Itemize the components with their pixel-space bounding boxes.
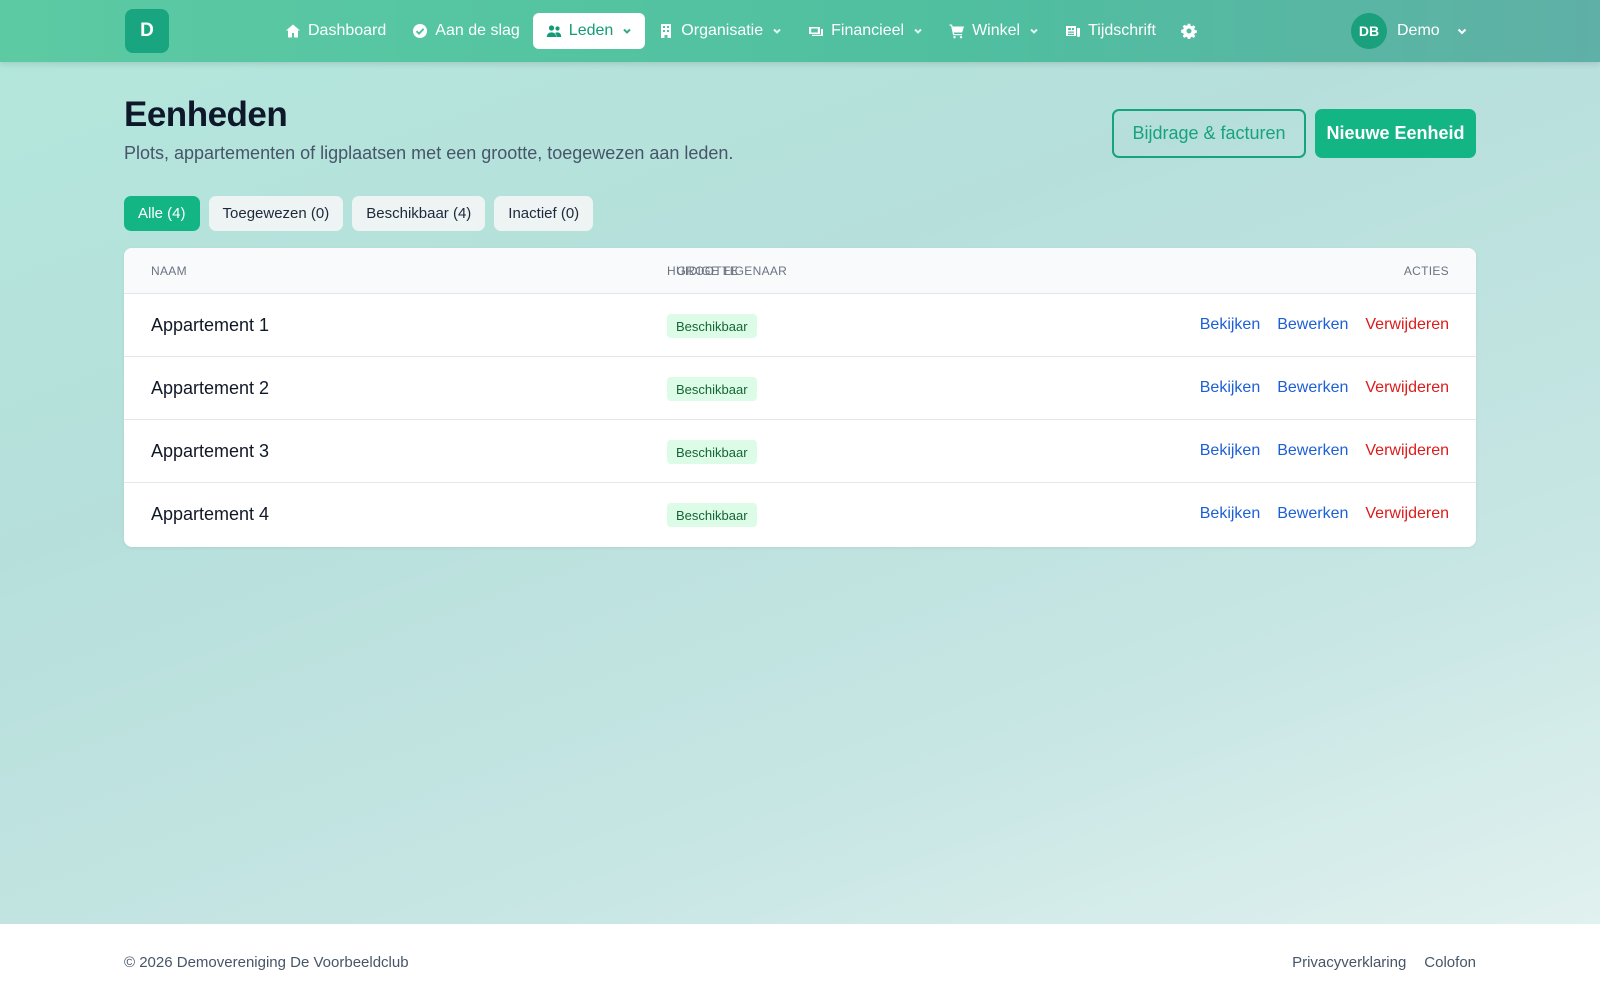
top-navbar: D Dashboard Aan de slag Leden Organisati…	[0, 0, 1600, 62]
check-circle-icon	[413, 24, 428, 38]
filter-beschikbaar[interactable]: Beschikbaar (4)	[352, 196, 486, 231]
nav-financieel-label: Financieel	[831, 22, 905, 39]
nav-dashboard-label: Dashboard	[308, 22, 387, 39]
nav-financieel[interactable]: Financieel	[795, 13, 936, 49]
edit-link[interactable]: Bewerken	[1277, 442, 1348, 460]
view-link[interactable]: Bekijken	[1200, 379, 1260, 397]
nav-organisatie-label: Organisatie	[681, 22, 764, 39]
delete-link[interactable]: Verwijderen	[1365, 505, 1449, 523]
status-badge: Beschikbaar	[667, 314, 757, 338]
column-header-naam: Naam	[151, 264, 187, 278]
delete-link[interactable]: Verwijderen	[1365, 379, 1449, 397]
column-header-acties: Acties	[1403, 264, 1449, 278]
edit-link[interactable]: Bewerken	[1277, 505, 1348, 523]
colofon-link[interactable]: Colofon	[1424, 954, 1476, 971]
nieuwe-eenheid-button[interactable]: Nieuwe Eenheid	[1315, 109, 1476, 158]
nav-winkel-label: Winkel	[972, 22, 1021, 39]
nav-aan-de-slag-label: Aan de slag	[435, 22, 520, 39]
status-badge: Beschikbaar	[667, 377, 757, 401]
filter-inactief[interactable]: Inactief (0)	[494, 196, 594, 231]
table-row: Appartement 1 250/? Beschikbaar Bekijken…	[124, 294, 1476, 357]
page-title: Eenheden	[124, 95, 288, 134]
chevron-down-icon	[914, 28, 922, 34]
unit-name: Appartement 1	[151, 315, 270, 335]
cart-icon	[949, 24, 965, 39]
money-icon	[809, 27, 824, 36]
chevron-down-icon	[773, 28, 781, 34]
table-row: Appartement 2 250/? Beschikbaar Bekijken…	[124, 357, 1476, 420]
users-icon	[546, 25, 561, 37]
bijdrage-facturen-button[interactable]: Bijdrage & facturen	[1112, 109, 1306, 158]
building-icon	[661, 24, 672, 38]
view-link[interactable]: Bekijken	[1200, 505, 1260, 523]
page-subtitle: Plots, appartementen of ligplaatsen met …	[124, 143, 734, 163]
footer-links: Privacyverklaring Colofon	[1292, 954, 1476, 971]
delete-link[interactable]: Verwijderen	[1365, 316, 1449, 334]
view-link[interactable]: Bekijken	[1200, 316, 1260, 334]
page-footer: © 2026 Demovereniging De Voorbeeldclub P…	[0, 924, 1600, 1000]
row-actions: Bekijken Bewerken Verwijderen	[1200, 379, 1449, 397]
row-actions: Bekijken Bewerken Verwijderen	[1200, 505, 1449, 523]
footer-copyright: © 2026 Demovereniging De Voorbeeldclub	[124, 954, 409, 971]
gear-icon	[1181, 23, 1197, 39]
filter-alle[interactable]: Alle (4)	[124, 196, 200, 231]
nav-leden-label: Leden	[568, 22, 614, 39]
table-row: Appartement 4 260/? Beschikbaar Bekijken…	[124, 483, 1476, 546]
magazine-icon	[1066, 26, 1081, 37]
edit-link[interactable]: Bewerken	[1277, 379, 1348, 397]
column-header-eigenaar: Huidige eigenaar	[667, 264, 788, 278]
chevron-down-icon	[1030, 28, 1038, 34]
row-actions: Bekijken Bewerken Verwijderen	[1200, 316, 1449, 334]
nav-organisatie[interactable]: Organisatie	[645, 13, 795, 49]
nav-aan-de-slag[interactable]: Aan de slag	[399, 13, 533, 49]
unit-name: Appartement 4	[151, 504, 270, 524]
nav-leden[interactable]: Leden	[532, 13, 646, 49]
main-nav: Dashboard Aan de slag Leden Organisatie …	[272, 13, 1209, 49]
edit-link[interactable]: Bewerken	[1277, 316, 1348, 334]
unit-name: Appartement 2	[151, 378, 270, 398]
filter-toegewezen[interactable]: Toegewezen (0)	[208, 196, 344, 231]
user-menu[interactable]: DB Demo	[1351, 13, 1468, 49]
nav-dashboard[interactable]: Dashboard	[272, 13, 399, 49]
row-actions: Bekijken Bewerken Verwijderen	[1200, 442, 1449, 460]
settings-button[interactable]	[1169, 13, 1209, 49]
status-badge: Beschikbaar	[667, 503, 757, 527]
units-table: Naam Grootte Huidige eigenaar Acties App…	[124, 248, 1476, 547]
unit-name: Appartement 3	[151, 441, 270, 461]
avatar: DB	[1351, 13, 1387, 49]
view-link[interactable]: Bekijken	[1200, 442, 1260, 460]
status-badge: Beschikbaar	[667, 440, 757, 464]
nav-tijdschrift-label: Tijdschrift	[1088, 22, 1156, 39]
privacy-link[interactable]: Privacyverklaring	[1292, 954, 1406, 971]
nav-winkel[interactable]: Winkel	[936, 13, 1052, 49]
filter-tabs: Alle (4) Toegewezen (0) Beschikbaar (4) …	[124, 196, 594, 231]
user-name: Demo	[1397, 22, 1440, 39]
app-logo[interactable]: D	[125, 9, 169, 53]
table-row: Appartement 3 240/? Beschikbaar Bekijken…	[124, 420, 1476, 483]
chevron-down-icon	[1457, 28, 1466, 35]
home-icon	[286, 24, 300, 38]
delete-link[interactable]: Verwijderen	[1365, 442, 1449, 460]
table-header: Naam Grootte Huidige eigenaar Acties	[124, 248, 1476, 294]
nav-tijdschrift[interactable]: Tijdschrift	[1052, 13, 1169, 49]
chevron-down-icon	[623, 28, 632, 34]
